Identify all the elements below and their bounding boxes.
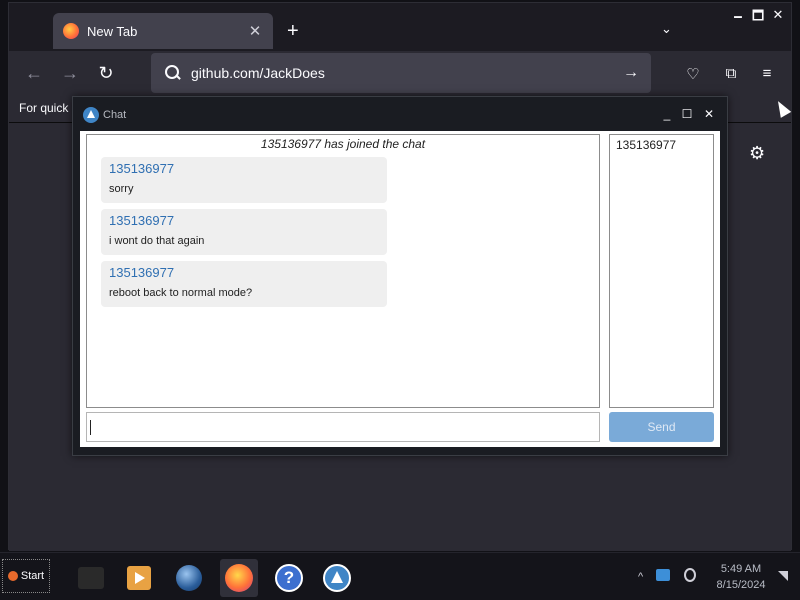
user-list[interactable]: 135136977 — [609, 134, 714, 408]
taskbar-globe-icon[interactable] — [170, 559, 208, 597]
start-button[interactable]: Start — [2, 559, 50, 593]
forward-arrow-icon[interactable]: → — [59, 63, 81, 83]
chat-minimize-icon[interactable]: _ — [659, 107, 675, 121]
taskbar-help-icon[interactable]: ? — [270, 559, 308, 597]
chat-title-bar[interactable]: Chat _ ☐ ✕ — [73, 97, 727, 133]
new-tab-button[interactable]: + — [287, 21, 299, 41]
taskbar-firefox-icon[interactable] — [220, 559, 258, 597]
text-caret — [90, 420, 91, 435]
chat-close-icon[interactable]: ✕ — [701, 107, 717, 121]
go-arrow-icon[interactable]: → — [623, 64, 639, 82]
message-username: 135136977 — [109, 161, 175, 176]
taskbar-chat-icon[interactable] — [318, 559, 356, 597]
url-bar[interactable]: github.com/JackDoes → — [151, 53, 651, 93]
tab-list-chevron-icon[interactable]: ⌄ — [661, 21, 672, 37]
bookmarks-hint: For quick — [19, 101, 69, 115]
tray-network-icon[interactable] — [684, 568, 696, 582]
message-text: i wont do that again — [109, 235, 205, 247]
firefox-icon — [63, 23, 79, 39]
back-arrow-icon[interactable]: ← — [23, 63, 45, 83]
start-logo-icon — [7, 571, 18, 581]
clock-date: 8/15/2024 — [716, 579, 766, 591]
user-list-item[interactable]: 135136977 — [616, 138, 676, 152]
message-bubble: 135136977 i wont do that again — [101, 209, 387, 255]
send-button[interactable]: Send — [609, 412, 714, 442]
maximize-icon[interactable]: 🗖 — [749, 7, 767, 29]
chat-body: 135136977 has joined the chat 135136977 … — [80, 131, 720, 447]
tab-strip: New Tab ✕ + ⌄ 🗕 🗖 ✕ — [9, 3, 791, 51]
nav-bar: ← → ↻ github.com/JackDoes → ♡ ⧉ ≡ — [9, 51, 791, 95]
desktop: New Tab ✕ + ⌄ 🗕 🗖 ✕ ← → ↻ github.com/Jac… — [0, 0, 800, 600]
message-text: reboot back to normal mode? — [109, 287, 253, 299]
chat-message-input[interactable] — [86, 412, 600, 442]
chat-window-title: Chat — [103, 109, 127, 121]
message-text: sorry — [109, 183, 134, 195]
message-username: 135136977 — [109, 213, 175, 228]
message-username: 135136977 — [109, 265, 175, 280]
join-notice: 135136977 has joined the chat — [260, 137, 426, 151]
message-bubble: 135136977 sorry — [101, 157, 387, 203]
reload-icon[interactable]: ↻ — [95, 63, 117, 83]
taskbar-media-player-icon[interactable] — [120, 559, 158, 597]
tray-chevron-icon[interactable]: ^ — [638, 571, 643, 583]
chat-window: Chat _ ☐ ✕ 135136977 has joined the chat… — [72, 96, 728, 456]
pocket-icon[interactable]: ♡ — [683, 65, 703, 83]
gear-icon[interactable]: ⚙ — [749, 143, 765, 164]
start-label: Start — [20, 570, 45, 582]
clock[interactable]: 5:49 AM 8/15/2024 — [700, 561, 782, 593]
clock-time: 5:49 AM — [720, 563, 762, 575]
tab-new-tab[interactable]: New Tab ✕ — [53, 13, 273, 49]
chat-app-icon — [83, 107, 99, 123]
close-icon[interactable]: ✕ — [769, 7, 787, 23]
message-area[interactable]: 135136977 has joined the chat 135136977 … — [86, 134, 600, 408]
message-bubble: 135136977 reboot back to normal mode? — [101, 261, 387, 307]
search-icon — [165, 65, 181, 81]
taskbar: Start ? ^ 5:49 AM 8/15/2024 — [0, 552, 800, 600]
tab-title: New Tab — [87, 23, 138, 39]
taskbar-terminal-icon[interactable] — [72, 559, 110, 597]
chat-maximize-icon[interactable]: ☐ — [679, 107, 695, 121]
menu-icon[interactable]: ≡ — [757, 65, 777, 82]
extensions-icon[interactable]: ⧉ — [721, 65, 741, 82]
tab-close-icon[interactable]: ✕ — [247, 22, 263, 40]
tray-folder-icon[interactable] — [656, 569, 670, 581]
minimize-icon[interactable]: 🗕 — [729, 7, 747, 29]
url-text[interactable]: github.com/JackDoes — [191, 65, 623, 81]
